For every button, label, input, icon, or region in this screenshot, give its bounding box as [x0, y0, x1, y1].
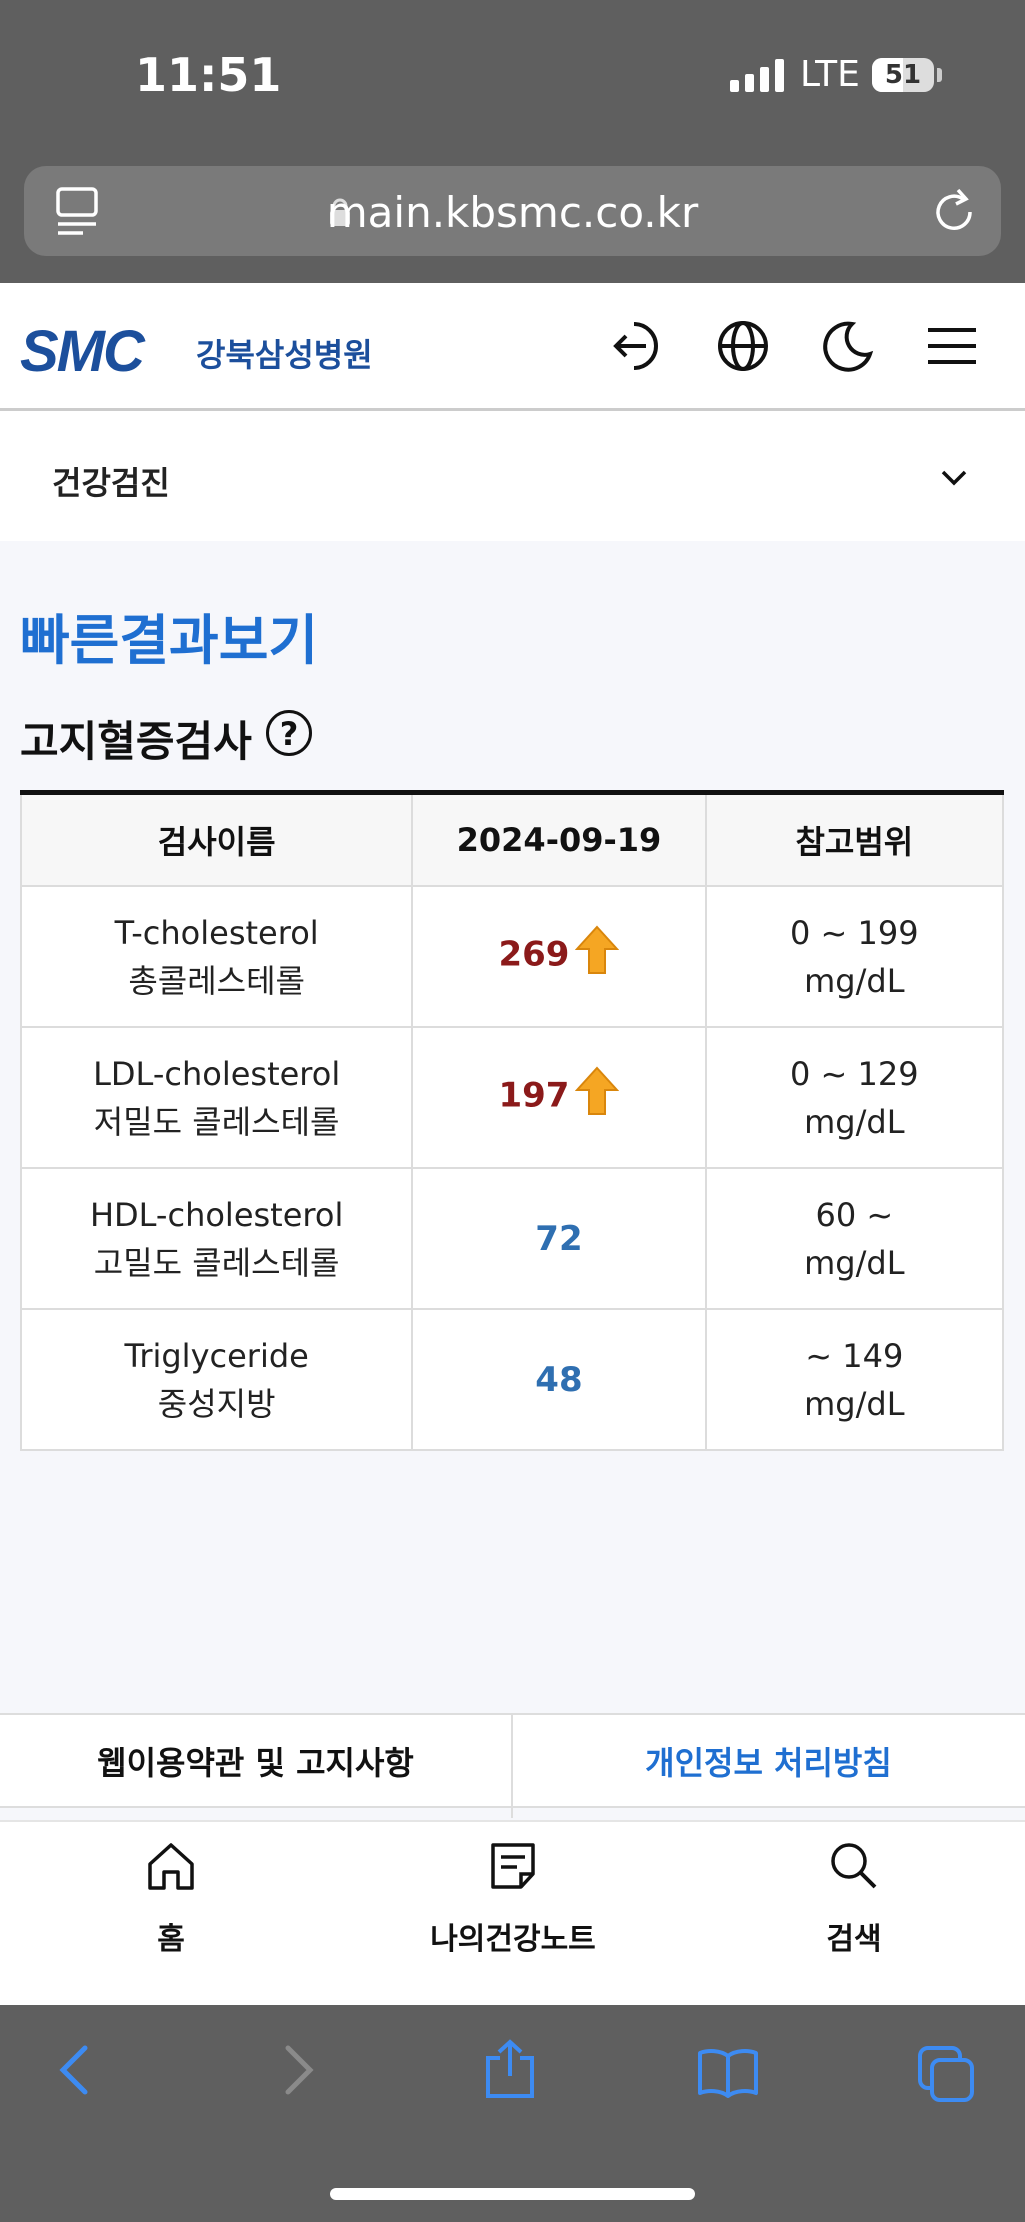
nav-home[interactable]: 홈: [0, 1840, 342, 1958]
range-unit: mg/dL: [804, 1384, 905, 1423]
nav-search[interactable]: 검색: [683, 1840, 1025, 1958]
home-icon: [145, 1843, 197, 1896]
test-value: 72: [535, 1218, 583, 1259]
status-time: 11:51: [135, 48, 282, 102]
page-title: 빠른결과보기: [20, 609, 319, 672]
table-row: HDL-cholesterol 고밀도 콜레스테롤 72 60 ~ mg/dL: [19, 1167, 1005, 1310]
privacy-link[interactable]: 개인정보 처리방침: [513, 1738, 1024, 1784]
range-value: ~ 149: [805, 1336, 904, 1375]
battery-tip: [937, 68, 942, 82]
range-unit: mg/dL: [804, 1102, 905, 1141]
table-row: Triglyceride 중성지방 48 ~ 149 mg/dL: [19, 1308, 1005, 1451]
test-name-en: HDL-cholesterol: [89, 1195, 344, 1234]
terms-link[interactable]: 웹이용약관 및 고지사항: [0, 1738, 511, 1784]
test-name-cell: Triglyceride 중성지방: [19, 1308, 414, 1451]
test-name-ko: 총콜레스테롤: [128, 961, 305, 1000]
test-name-cell: LDL-cholesterol 저밀도 콜레스테롤: [19, 1026, 414, 1169]
range-unit: mg/dL: [804, 961, 905, 1000]
nav-note-label: 나의건강노트: [430, 1922, 596, 1957]
value-cell: 269: [411, 885, 707, 1028]
header-reference: 참고범위: [704, 791, 1005, 887]
nav-search-label: 검색: [826, 1922, 882, 1957]
login-icon[interactable]: [608, 316, 668, 376]
help-icon[interactable]: ?: [266, 710, 312, 756]
test-name-ko: 중성지방: [157, 1384, 276, 1423]
share-icon[interactable]: [482, 2038, 538, 2104]
test-name-ko: 고밀도 콜레스테롤: [93, 1243, 340, 1282]
test-name-cell: T-cholesterol 총콜레스테롤: [19, 885, 414, 1028]
reload-icon[interactable]: [930, 186, 978, 240]
tabs-icon[interactable]: [916, 2044, 976, 2108]
globe-icon[interactable]: [713, 316, 773, 376]
test-value: 197: [498, 1075, 570, 1116]
back-icon[interactable]: [55, 2042, 95, 2102]
test-name-cell: HDL-cholesterol 고밀도 콜레스테롤: [19, 1167, 414, 1310]
range-value: 0 ~ 129: [790, 1054, 919, 1093]
bookmarks-icon[interactable]: [696, 2046, 760, 2102]
search-icon: [828, 1843, 880, 1896]
dark-mode-icon[interactable]: [818, 316, 878, 376]
section-title: 고지혈증검사: [20, 717, 252, 766]
network-label: LTE: [800, 54, 860, 95]
range-value: 0 ~ 199: [790, 913, 919, 952]
header-date: 2024-09-19: [411, 791, 707, 887]
test-name-en: LDL-cholesterol: [93, 1054, 341, 1093]
arrow-up-icon: [575, 1066, 620, 1129]
nav-home-label: 홈: [157, 1922, 185, 1957]
home-indicator: [330, 2188, 695, 2200]
range-cell: 60 ~ mg/dL: [704, 1167, 1005, 1310]
value-cell: 48: [411, 1308, 707, 1451]
table-row: T-cholesterol 총콜레스테롤 269 0 ~ 199 mg/dL: [19, 885, 1005, 1028]
arrow-up-icon: [575, 925, 620, 988]
header-test-name: 검사이름: [19, 791, 414, 887]
results-table: 검사이름 2024-09-19 참고범위 T-cholesterol 총콜레스테롤…: [19, 790, 1005, 1451]
url-text[interactable]: main.kbsmc.co.kr: [0, 188, 1025, 237]
hospital-name[interactable]: 강북삼성병원: [196, 330, 373, 376]
forward-icon[interactable]: [278, 2042, 318, 2102]
test-value: 269: [498, 934, 570, 975]
test-name-en: T-cholesterol: [114, 913, 319, 952]
range-cell: 0 ~ 129 mg/dL: [704, 1026, 1005, 1169]
value-cell: 72: [411, 1167, 707, 1310]
menu-icon[interactable]: [922, 316, 982, 376]
value-cell: 197: [411, 1026, 707, 1169]
note-icon: [487, 1843, 539, 1896]
test-value: 48: [535, 1359, 583, 1400]
breadcrumb-label: 건강검진: [52, 464, 170, 502]
range-cell: 0 ~ 199 mg/dL: [704, 885, 1005, 1028]
chevron-down-icon[interactable]: [938, 462, 970, 498]
range-cell: ~ 149 mg/dL: [704, 1308, 1005, 1451]
nav-health-note[interactable]: 나의건강노트: [342, 1840, 684, 1958]
test-name-ko: 저밀도 콜레스테롤: [93, 1102, 340, 1141]
table-row: LDL-cholesterol 저밀도 콜레스테롤 197 0 ~ 129 mg/d…: [19, 1026, 1005, 1169]
battery-icon: 51: [872, 58, 934, 92]
table-header-row: 검사이름 2024-09-19 참고범위: [19, 791, 1005, 887]
signal-icon: [730, 58, 784, 92]
site-logo[interactable]: SMC: [20, 318, 145, 385]
range-value: 60 ~: [815, 1195, 894, 1234]
test-name-en: Triglyceride: [124, 1336, 309, 1375]
range-unit: mg/dL: [804, 1243, 905, 1282]
battery-level: 51: [884, 60, 922, 90]
